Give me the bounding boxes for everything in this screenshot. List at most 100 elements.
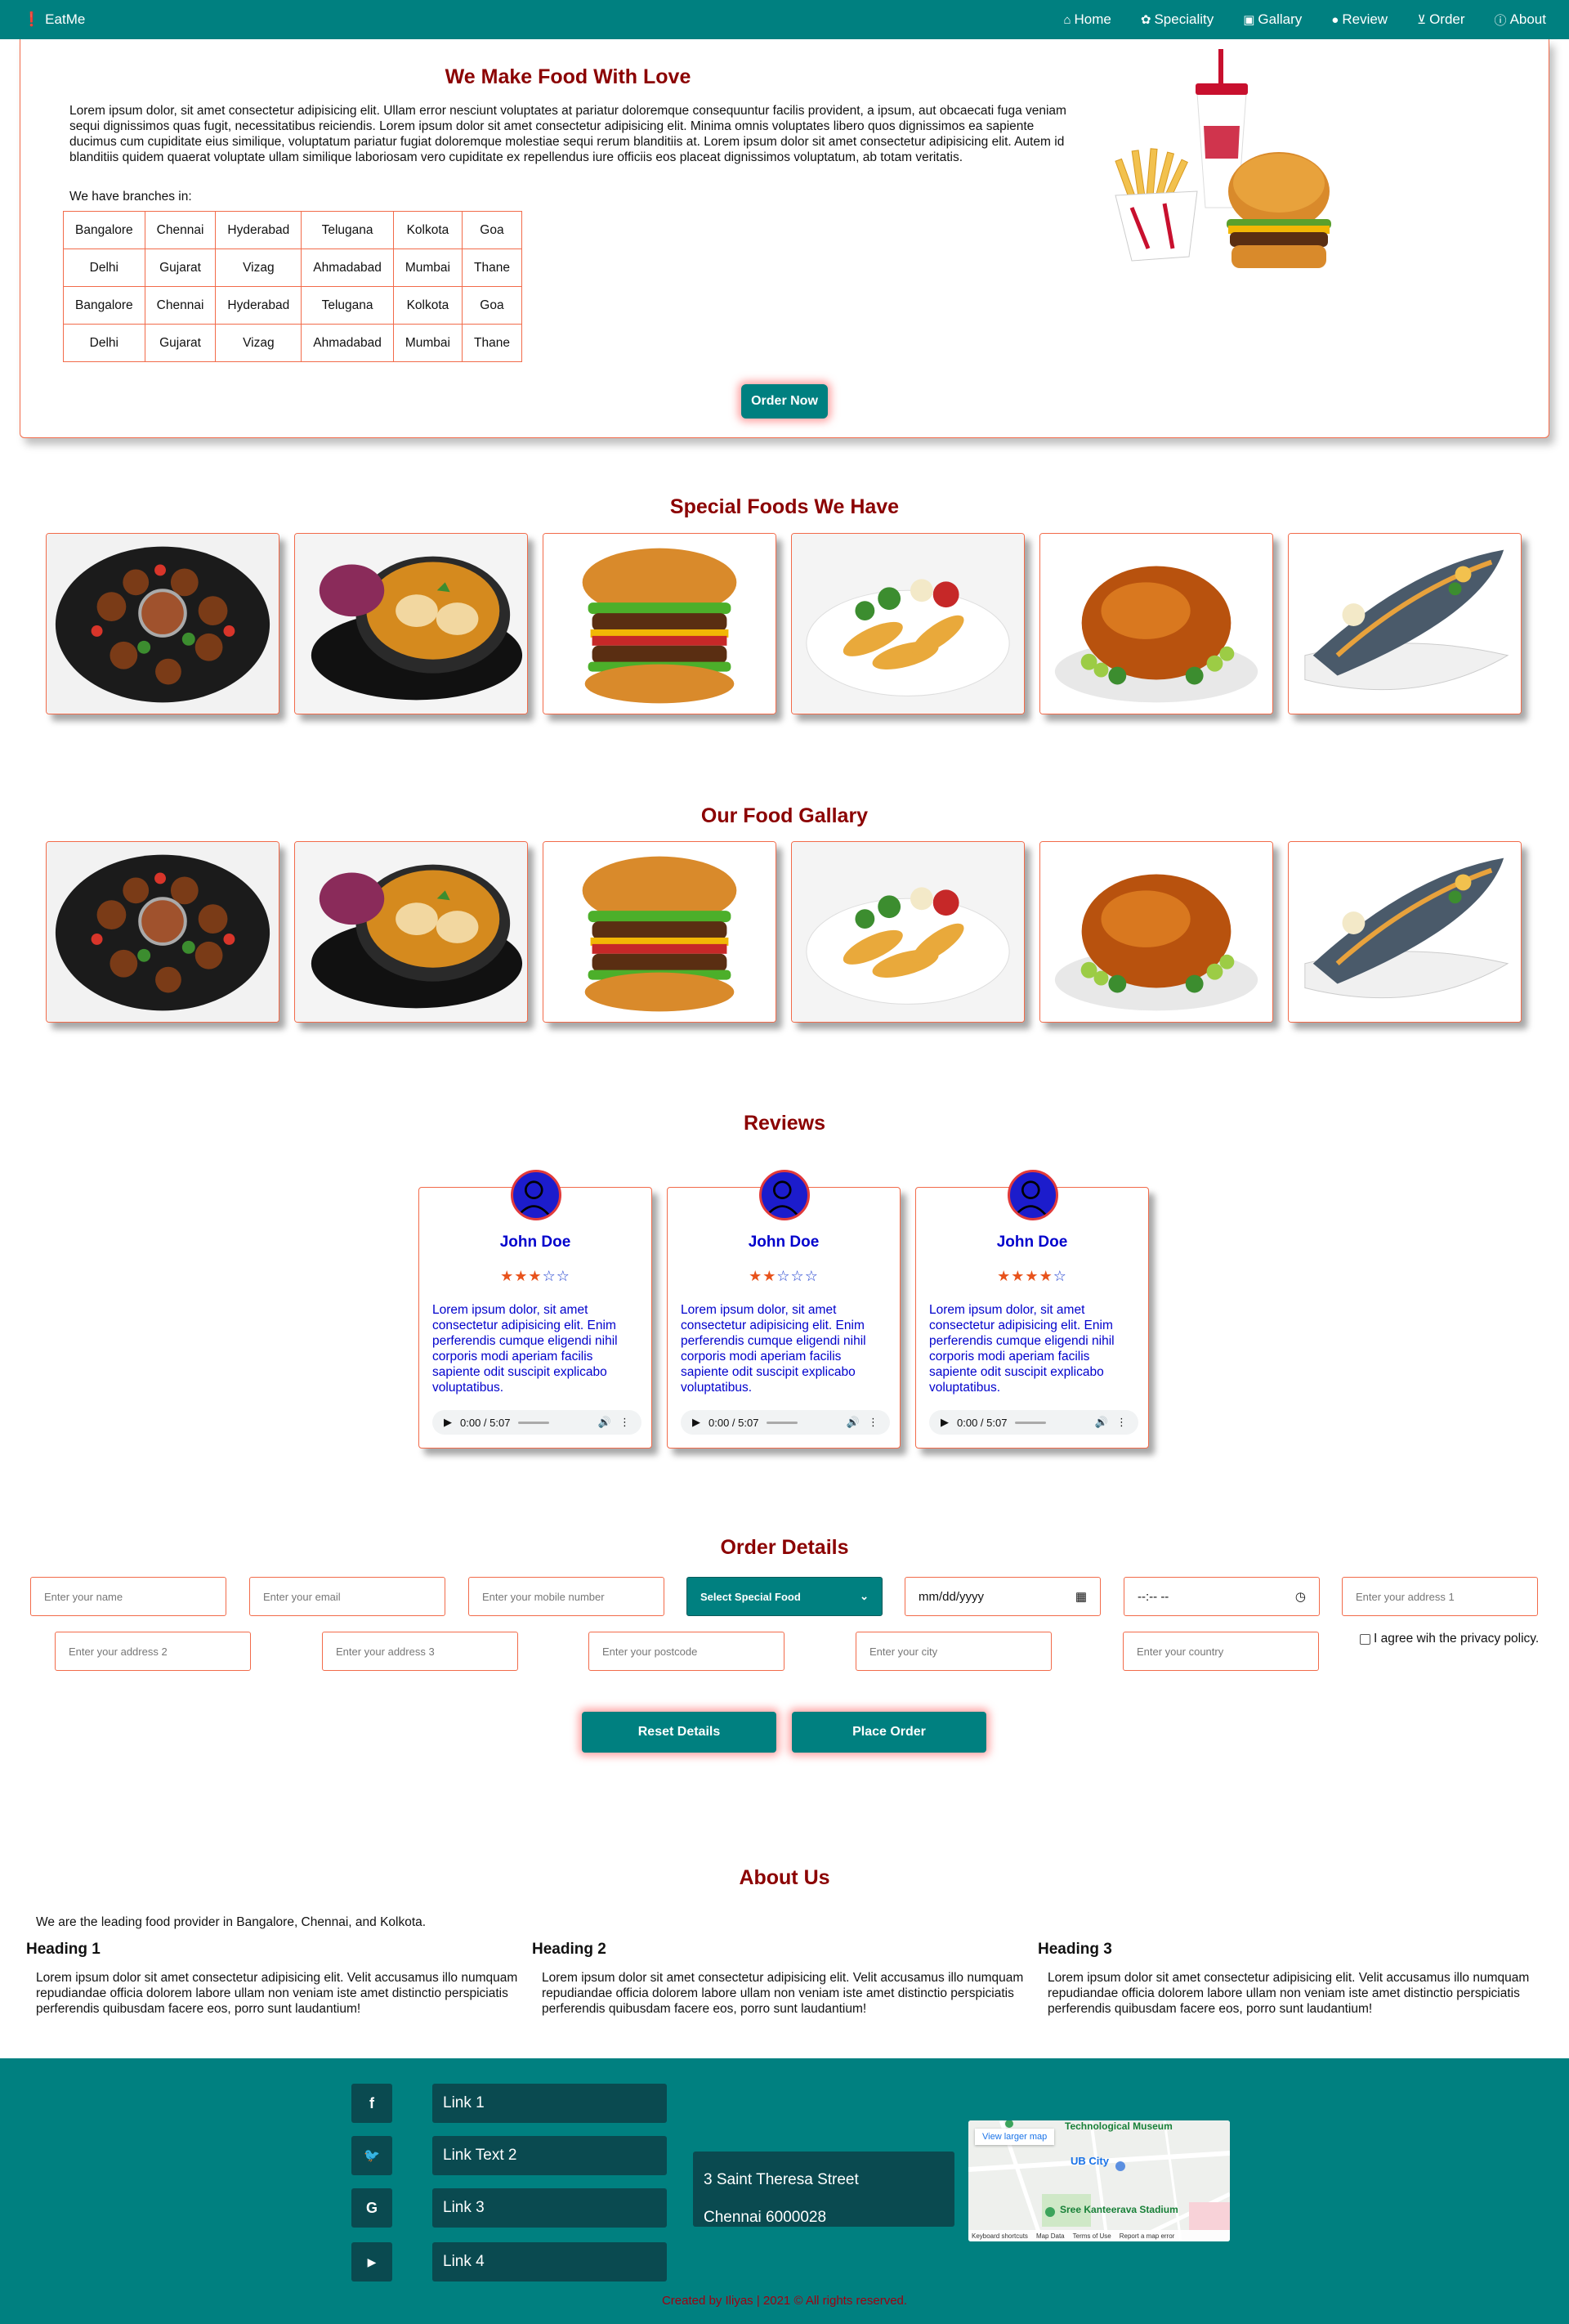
address2-input[interactable]: Enter your address 2 (55, 1632, 251, 1671)
branch-cell: Chennai (144, 211, 217, 249)
special-food-select[interactable]: Select Special Food ⌄ (686, 1577, 883, 1616)
email-input[interactable]: Enter your email (249, 1577, 445, 1616)
special-food-select-label: Select Special Food (700, 1590, 801, 1603)
map-footer-item[interactable]: Map Data (1036, 2232, 1065, 2240)
embedded-map[interactable]: View larger map Technological Museum UB … (968, 2120, 1230, 2241)
nav-order-label: Order (1429, 11, 1465, 27)
chicken-platter-image[interactable] (46, 841, 279, 1023)
nav-review[interactable]: ● Review (1331, 11, 1388, 29)
clock-icon[interactable]: ◷ (1295, 1589, 1306, 1604)
food-picture (792, 534, 1024, 714)
grilled-fish-image[interactable] (1288, 533, 1522, 714)
audio-progress[interactable] (1015, 1421, 1047, 1424)
star-filled-icon: ★★ (749, 1268, 777, 1284)
audio-progress[interactable] (767, 1421, 798, 1424)
address3-input[interactable]: Enter your address 3 (322, 1632, 518, 1671)
address1-input[interactable]: Enter your address 1 (1342, 1577, 1538, 1616)
city-input[interactable]: Enter your city (856, 1632, 1052, 1671)
youtube-icon[interactable]: ▶ (351, 2242, 392, 2281)
name-input[interactable]: Enter your name (30, 1577, 226, 1616)
audio-time: 0:00 / 5:07 (957, 1416, 1008, 1429)
food-picture (1040, 842, 1272, 1022)
facebook-icon[interactable]: f (351, 2084, 392, 2123)
hero-section: We Make Food With Love Lorem ipsum dolor… (20, 39, 1549, 438)
chevron-down-icon: ⌄ (860, 1590, 869, 1602)
brand[interactable]: ❗ EatMe (23, 11, 85, 28)
view-larger-map-link[interactable]: View larger map (975, 2129, 1055, 2145)
roast-turkey-image[interactable] (1039, 841, 1273, 1023)
more-icon[interactable]: ⋮ (619, 1416, 630, 1429)
audio-player[interactable]: ▶ 0:00 / 5:07 🔊 ⋮ (929, 1410, 1138, 1435)
gallery-row (46, 841, 1522, 1023)
volume-icon[interactable]: 🔊 (847, 1416, 860, 1429)
play-icon[interactable]: ▶ (941, 1416, 949, 1429)
volume-icon[interactable]: 🔊 (598, 1416, 611, 1429)
play-icon[interactable]: ▶ (444, 1416, 452, 1429)
google-icon[interactable]: G (351, 2188, 392, 2228)
roast-turkey-image[interactable] (1039, 533, 1273, 714)
fried-shrimp-image[interactable] (791, 533, 1025, 714)
privacy-checkbox[interactable] (1360, 1633, 1370, 1645)
more-icon[interactable]: ⋮ (1116, 1416, 1127, 1429)
egg-curry-image[interactable] (294, 841, 528, 1023)
place-order-button[interactable]: Place Order (792, 1712, 986, 1753)
map-label-museum: Technological Museum (1065, 2120, 1173, 2132)
reviewer-name: John Doe (996, 1234, 1068, 1251)
order-now-button[interactable]: Order Now (741, 384, 828, 419)
map-label-ubcity: UB City (1071, 2155, 1109, 2167)
country-input[interactable]: Enter your country (1123, 1632, 1319, 1671)
branches-row: Bangalore Chennai Hyderabad Telugana Kolkota… (63, 211, 522, 249)
user-avatar-icon (759, 1170, 810, 1220)
calendar-icon[interactable]: ▦ (1075, 1589, 1087, 1604)
twitter-icon[interactable]: 🐦 (351, 2136, 392, 2175)
postcode-input[interactable]: Enter your postcode (588, 1632, 784, 1671)
home-icon: ⌂ (1063, 12, 1071, 27)
hero-text: Lorem ipsum dolor, sit amet consectetur … (69, 104, 1066, 164)
map-footer-item[interactable]: Terms of Use (1073, 2232, 1111, 2240)
branch-cell: Kolkota (392, 286, 463, 325)
nav-speciality[interactable]: ✿ Speciality (1141, 11, 1214, 29)
grilled-fish-image[interactable] (1288, 841, 1522, 1023)
privacy-label: I agree wih the privacy policy. (1374, 1632, 1540, 1646)
map-footer-item[interactable]: Keyboard shortcuts (972, 2232, 1028, 2240)
footer-link-3[interactable]: Link 3 (432, 2188, 667, 2228)
comments-icon: ● (1331, 12, 1339, 27)
food-picture (1040, 534, 1272, 714)
more-icon[interactable]: ⋮ (868, 1416, 878, 1429)
branch-cell: Bangalore (63, 286, 145, 325)
audio-progress[interactable] (518, 1421, 550, 1424)
address-line-1: 3 Saint Theresa Street (704, 2171, 859, 2188)
hero-title: We Make Food With Love (445, 65, 691, 88)
time-input[interactable]: --:-- -- ◷ (1124, 1577, 1320, 1616)
privacy-agree: I agree wih the privacy policy. (1360, 1632, 1539, 1646)
play-icon[interactable]: ▶ (692, 1416, 700, 1429)
rating-stars: ★★☆☆☆ (668, 1268, 900, 1285)
map-footer-item[interactable]: Report a map error (1120, 2232, 1175, 2240)
audio-player[interactable]: ▶ 0:00 / 5:07 🔊 ⋮ (681, 1410, 890, 1435)
footer-link-2[interactable]: Link Text 2 (432, 2136, 667, 2175)
reset-details-button[interactable]: Reset Details (582, 1712, 776, 1753)
audio-player[interactable]: ▶ 0:00 / 5:07 🔊 ⋮ (432, 1410, 641, 1435)
date-input[interactable]: mm/dd/yyyy ▦ (905, 1577, 1101, 1616)
burger-image[interactable] (543, 533, 776, 714)
image-icon: ▣ (1243, 13, 1255, 27)
nav-order[interactable]: ⊻ Order (1417, 11, 1464, 29)
volume-icon[interactable]: 🔊 (1095, 1416, 1108, 1429)
utensils-icon: ❗ (23, 11, 41, 27)
about-column-2: Heading 2 Lorem ipsum dolor sit amet con… (532, 1941, 1032, 2017)
fried-shrimp-image[interactable] (791, 841, 1025, 1023)
branch-cell: Gujarat (144, 249, 217, 287)
audio-time: 0:00 / 5:07 (709, 1416, 759, 1429)
footer-link-4[interactable]: Link 4 (432, 2242, 667, 2281)
info-icon: ⓘ (1494, 13, 1507, 28)
footer-link-1[interactable]: Link 1 (432, 2084, 667, 2123)
navbar: ❗ EatMe ⌂ Home ✿ Speciality ▣ Gallary ● Revi… (0, 0, 1569, 39)
chicken-platter-image[interactable] (46, 533, 279, 714)
burger-image[interactable] (543, 841, 776, 1023)
nav-gallary[interactable]: ▣ Gallary (1243, 11, 1302, 29)
mobile-input[interactable]: Enter your mobile number (468, 1577, 664, 1616)
nav-about[interactable]: ⓘ About (1495, 11, 1546, 29)
branch-cell: Mumbai (392, 249, 463, 287)
nav-home[interactable]: ⌂ Home (1063, 11, 1111, 29)
egg-curry-image[interactable] (294, 533, 528, 714)
